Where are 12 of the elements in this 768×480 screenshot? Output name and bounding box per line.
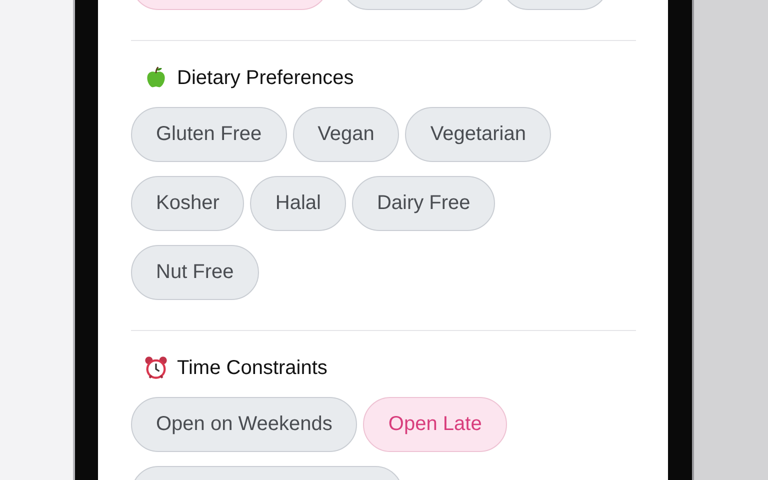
section-title: Time Constraints xyxy=(177,356,328,380)
filter-chip[interactable]: Vegan xyxy=(292,107,400,162)
section-title: Dietary Preferences xyxy=(177,66,354,90)
filter-chip[interactable]: Nut Free xyxy=(131,245,259,300)
filter-chip[interactable]: Dairy Free xyxy=(352,176,496,231)
filter-chip[interactable]: Open on Weekends xyxy=(131,397,358,452)
filter-chip[interactable]: Open Late xyxy=(363,397,507,452)
filter-chip[interactable]: Gluten Free xyxy=(131,107,287,162)
alarm-clock-icon xyxy=(143,355,169,381)
filter-chip[interactable]: Halal xyxy=(250,176,346,231)
filter-chip[interactable]: Vegetarian xyxy=(405,107,551,162)
filter-chip[interactable]: Kosher xyxy=(131,176,244,231)
